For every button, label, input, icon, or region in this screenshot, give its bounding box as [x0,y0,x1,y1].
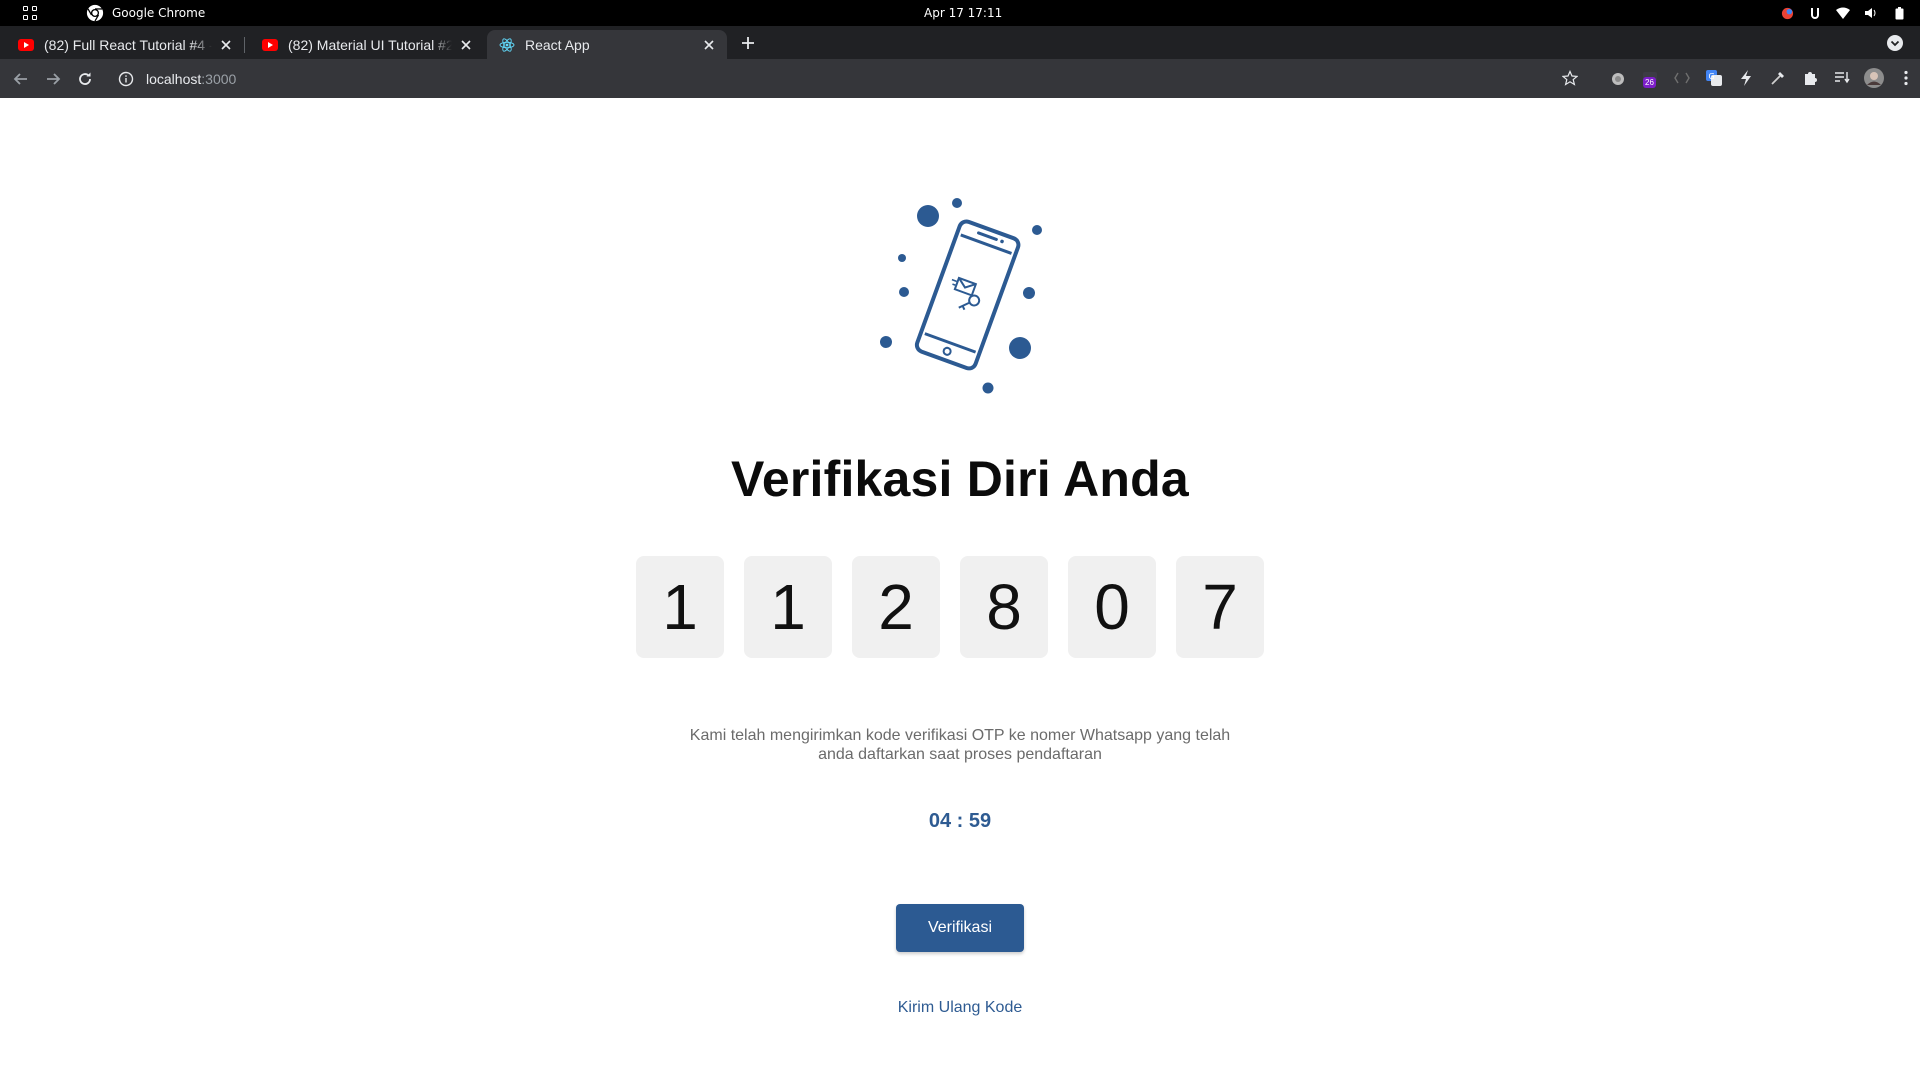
extension-badge-icon[interactable]: 26 [1640,68,1660,88]
site-info-icon[interactable] [118,71,134,87]
address-bar[interactable]: localhost:3000 [108,63,1578,94]
url-text: localhost:3000 [146,71,236,87]
volume-icon[interactable] [1864,6,1878,20]
extension-brackets-icon[interactable] [1672,68,1692,88]
forward-button[interactable] [41,67,65,91]
otp-digit-4[interactable] [960,556,1048,658]
url-port: :3000 [201,70,237,87]
profile-avatar[interactable] [1864,68,1884,88]
chrome-icon [86,4,104,22]
system-top-bar: Google Chrome Apr 17 17:11 [0,0,1920,26]
active-app-name: Google Chrome [112,6,206,20]
otp-input-group [636,556,1264,658]
page-content: Verifikasi Diri Anda Kami telah mengirim… [0,98,1920,1080]
otp-digit-5[interactable] [1068,556,1156,658]
system-tray [1780,4,1906,22]
system-clock[interactable]: Apr 17 17:11 [924,6,1002,20]
svg-text:G: G [1709,72,1715,81]
eyedropper-icon[interactable] [1768,68,1788,88]
youtube-icon [18,38,34,51]
resend-code-container: Kirim Ulang Kode [0,999,1920,1017]
extension-gray-icon[interactable] [1608,68,1628,88]
tab-material-ui-tutorial[interactable]: (82) Material UI Tutorial #2 [244,30,484,59]
tab-title: React App [525,36,590,53]
reload-icon [79,72,91,85]
reload-button[interactable] [73,67,97,91]
extension-bolt-icon[interactable] [1736,68,1756,88]
arrow-left-icon [13,73,27,85]
plus-icon [742,37,754,49]
extensions-area: 26 G [1560,68,1916,88]
u-tray-icon[interactable] [1808,6,1822,20]
back-button[interactable] [9,67,33,91]
arrow-right-icon [47,73,61,85]
app-grid-icon[interactable] [23,6,38,21]
close-tab-icon[interactable] [701,37,717,53]
color-picker-tray-icon[interactable] [1780,6,1794,20]
tab-react-app[interactable]: React App [487,30,727,59]
description-line-2: anda daftarkan saat proses pendaftaran [818,746,1102,763]
page-title: Verifikasi Diri Anda [731,451,1189,507]
verify-button[interactable]: Verifikasi [896,904,1024,952]
browser-toolbar: localhost:3000 26 G [0,59,1920,98]
otp-digit-6[interactable] [1176,556,1264,658]
youtube-icon [262,38,278,51]
otp-digit-1[interactable] [636,556,724,658]
countdown-timer: 04 : 59 [928,810,992,832]
tab-strip: (82) Full React Tutorial #4 - (82) Mater… [0,26,1920,59]
new-tab-button[interactable] [737,32,759,54]
tab-full-react-tutorial[interactable]: (82) Full React Tutorial #4 - [0,30,245,59]
phone-otp-illustration [880,198,1042,394]
react-icon [499,37,515,52]
extensions-puzzle-icon[interactable] [1800,68,1820,88]
wifi-icon[interactable] [1836,6,1850,20]
bookmark-star-icon[interactable] [1560,68,1580,88]
google-translate-icon[interactable]: G [1704,68,1724,88]
tab-title: (82) Full React Tutorial #4 - [44,36,212,53]
tab-title: (82) Material UI Tutorial #2 [288,36,452,53]
extension-badge-count: 26 [1643,77,1656,88]
url-host: localhost [146,70,202,87]
reading-list-icon[interactable] [1832,68,1852,88]
otp-description: Kami telah mengirimkan kode verifikasi O… [0,726,1920,764]
battery-icon[interactable] [1892,6,1906,20]
description-line-1: Kami telah mengirimkan kode verifikasi O… [689,727,1231,744]
close-tab-icon[interactable] [458,37,474,53]
otp-digit-3[interactable] [852,556,940,658]
resend-code-link[interactable]: Kirim Ulang Kode [898,999,1023,1016]
tab-search-icon[interactable] [1886,34,1904,52]
close-tab-icon[interactable] [218,37,234,53]
otp-digit-2[interactable] [744,556,832,658]
chrome-menu-icon[interactable] [1896,68,1916,88]
